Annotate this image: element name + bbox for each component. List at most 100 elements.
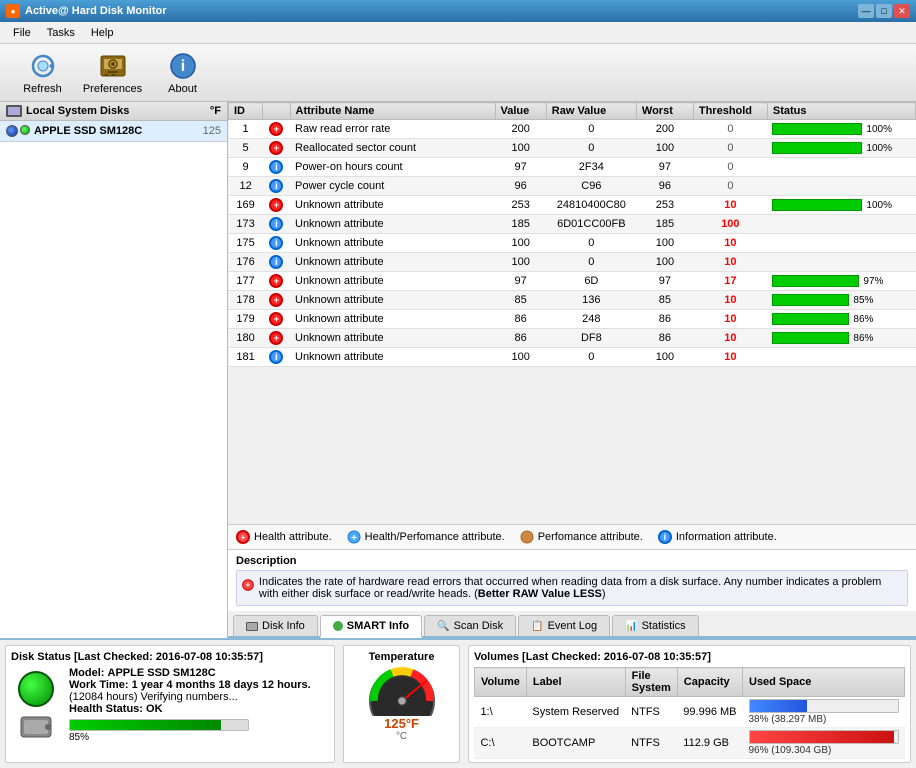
attr-value: 100 — [495, 139, 546, 158]
attr-id: 173 — [229, 215, 263, 234]
attr-threshold: 10 — [693, 310, 767, 329]
table-row[interactable]: 176 i Unknown attribute 100 0 100 10 — [229, 253, 916, 272]
attr-status — [767, 158, 915, 177]
attr-status: 85% — [767, 291, 915, 310]
table-row[interactable]: 175 i Unknown attribute 100 0 100 10 — [229, 234, 916, 253]
vol-capacity: 112.9 GB — [677, 728, 742, 759]
volume-row[interactable]: C:\ BOOTCAMP NTFS 112.9 GB 96% (109.304 … — [474, 728, 904, 759]
preferences-button[interactable]: Preferences — [80, 48, 145, 98]
info-attr-icon: i — [269, 160, 283, 174]
tab-disk-info[interactable]: Disk Info — [233, 615, 318, 636]
vol-label: System Reserved — [526, 697, 625, 728]
attr-name: Unknown attribute — [290, 329, 495, 348]
attr-id: 180 — [229, 329, 263, 348]
attr-value: 86 — [495, 310, 546, 329]
health-attr-icon: + — [269, 141, 283, 155]
gauge-display — [362, 666, 442, 716]
vol-col-label: Label — [526, 668, 625, 697]
legend-health: + Health attribute. — [236, 530, 332, 544]
health-attr-icon: + — [269, 198, 283, 212]
table-row[interactable]: 9 i Power-on hours count 97 2F34 97 0 — [229, 158, 916, 177]
vol-col-capacity: Capacity — [677, 668, 742, 697]
maximize-button[interactable]: □ — [876, 4, 892, 18]
table-row[interactable]: 179 + Unknown attribute 86 248 86 10 86% — [229, 310, 916, 329]
table-row[interactable]: 12 i Power cycle count 96 C96 96 0 — [229, 177, 916, 196]
about-button[interactable]: i About — [150, 48, 215, 98]
tab-scan-disk-label: Scan Disk — [454, 620, 504, 632]
disk-number: 125 — [203, 125, 221, 137]
attr-name: Unknown attribute — [290, 215, 495, 234]
event-log-icon: 📋 — [531, 621, 543, 632]
tabs-bar: Disk Info SMART Info 🔍 Scan Disk 📋 Event… — [228, 611, 916, 638]
model-label: Model: — [69, 667, 104, 679]
table-row[interactable]: 181 i Unknown attribute 100 0 100 10 — [229, 348, 916, 367]
tab-statistics[interactable]: 📊 Statistics — [612, 615, 698, 636]
attr-value: 100 — [495, 348, 546, 367]
menu-help[interactable]: Help — [83, 24, 122, 42]
table-row[interactable]: 5 + Reallocated sector count 100 0 100 0… — [229, 139, 916, 158]
attr-raw: 6D — [546, 272, 636, 291]
attr-value: 253 — [495, 196, 546, 215]
vol-volume: C:\ — [474, 728, 526, 759]
disk-illustration-icon — [16, 709, 56, 739]
attr-threshold: 10 — [693, 348, 767, 367]
attr-icon-cell: i — [263, 215, 290, 234]
disk-item[interactable]: APPLE SSD SM128C 125 — [0, 121, 227, 142]
attr-icon-cell: i — [263, 348, 290, 367]
vol-bar-wrapper: 96% (109.304 GB) — [749, 730, 899, 756]
health-pct-label: 85% — [69, 732, 89, 743]
attr-worst: 86 — [636, 329, 693, 348]
col-status: Status — [767, 103, 915, 120]
table-row[interactable]: 178 + Unknown attribute 85 136 85 10 85% — [229, 291, 916, 310]
attribute-table-container[interactable]: ID Attribute Name Value Raw Value Worst … — [228, 102, 916, 524]
smart-info-icon — [333, 621, 343, 631]
attr-id: 169 — [229, 196, 263, 215]
info-attr-icon: i — [269, 255, 283, 269]
status-bar-fill — [772, 123, 862, 135]
attr-raw: DF8 — [546, 329, 636, 348]
minimize-button[interactable]: — — [858, 4, 874, 18]
status-bar-cell: 100% — [772, 123, 910, 135]
tab-disk-info-label: Disk Info — [262, 620, 305, 632]
vol-col-fs: File System — [625, 668, 677, 697]
right-panel: ID Attribute Name Value Raw Value Worst … — [228, 102, 916, 638]
legend-measure: Perfomance attribute. — [520, 530, 643, 544]
status-pct-text: 86% — [853, 333, 873, 344]
attr-name: Unknown attribute — [290, 253, 495, 272]
close-button[interactable]: ✕ — [894, 4, 910, 18]
app-icon: ● — [6, 4, 20, 18]
menu-file[interactable]: File — [5, 24, 39, 42]
info-attr-icon: i — [269, 236, 283, 250]
table-row[interactable]: 1 + Raw read error rate 200 0 200 0 100% — [229, 120, 916, 139]
info-attr-icon: i — [269, 350, 283, 364]
volume-row[interactable]: 1:\ System Reserved NTFS 99.996 MB 38% (… — [474, 697, 904, 728]
attr-name: Raw read error rate — [290, 120, 495, 139]
perf-legend-label: Health/Perfomance attribute. — [365, 531, 505, 543]
table-row[interactable]: 180 + Unknown attribute 86 DF8 86 10 86% — [229, 329, 916, 348]
table-row[interactable]: 169 + Unknown attribute 253 24810400C80 … — [229, 196, 916, 215]
disk-info-icon — [246, 622, 258, 631]
tab-event-log[interactable]: 📋 Event Log — [518, 615, 610, 636]
svg-text:+: + — [351, 533, 357, 544]
tab-scan-disk[interactable]: 🔍 Scan Disk — [424, 615, 516, 636]
disk-icon-green — [20, 125, 30, 135]
attr-worst: 100 — [636, 348, 693, 367]
window-controls: — □ ✕ — [858, 4, 910, 18]
legend: + Health attribute. + Health/Perfomance … — [228, 524, 916, 549]
refresh-button[interactable]: Refresh — [10, 48, 75, 98]
vol-bar-bg — [749, 730, 899, 744]
attr-value: 200 — [495, 120, 546, 139]
attr-icon-cell: i — [263, 234, 290, 253]
attr-id: 179 — [229, 310, 263, 329]
temperature-gauge: Temperature 125°F °C — [343, 645, 460, 763]
health-attr-icon: + — [269, 312, 283, 326]
tab-smart-info[interactable]: SMART Info — [320, 615, 422, 638]
table-row[interactable]: 177 + Unknown attribute 97 6D 97 17 97% — [229, 272, 916, 291]
table-row[interactable]: 173 i Unknown attribute 185 6D01CC00FB 1… — [229, 215, 916, 234]
tab-smart-info-label: SMART Info — [347, 620, 409, 632]
status-bar-cell: 85% — [772, 294, 910, 306]
menu-tasks[interactable]: Tasks — [39, 24, 83, 42]
attr-raw: 24810400C80 — [546, 196, 636, 215]
desc-icon: + — [242, 576, 254, 594]
attr-status: 100% — [767, 139, 915, 158]
